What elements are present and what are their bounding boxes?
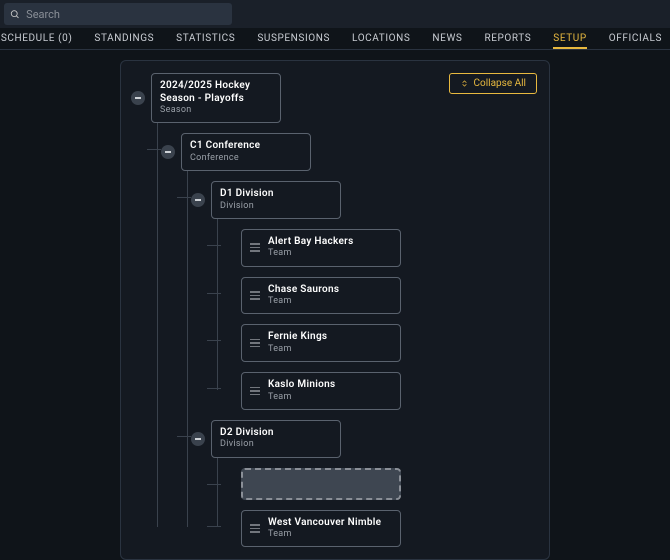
team-type: Team — [268, 392, 335, 403]
team-card[interactable]: Alert Bay Hackers Team — [241, 229, 401, 267]
division-type: Division — [220, 201, 274, 212]
team-card[interactable]: Kaslo Minions Team — [241, 372, 401, 410]
team-wrap: West Vancouver Nimble Team — [211, 510, 539, 548]
conference-children: D1 Division Division — [181, 171, 539, 547]
nav-locations[interactable]: LOCATIONS — [352, 33, 410, 44]
division-children: Alert Bay Hackers Team — [211, 219, 539, 410]
tree-panel: Collapse All 2024/2025 Hockey Season - P… — [120, 60, 550, 560]
drag-handle-icon[interactable] — [250, 291, 260, 300]
team-type: Team — [268, 529, 381, 540]
season-tree: 2024/2025 Hockey Season - Playoffs Seaso… — [131, 73, 539, 547]
team-card[interactable]: Fernie Kings Team — [241, 324, 401, 362]
division-wrap: D1 Division Division — [181, 181, 539, 410]
team-card[interactable]: Chase Saurons Team — [241, 277, 401, 315]
nav-bar: SCHEDULE (0) STANDINGS STATISTICS SUSPEN… — [0, 28, 670, 50]
nav-suspensions[interactable]: SUSPENSIONS — [257, 33, 330, 44]
conference-type: Conference — [190, 153, 260, 164]
team-card[interactable]: West Vancouver Nimble Team — [241, 510, 401, 548]
dropzone-wrap — [211, 468, 539, 500]
conference-card[interactable]: C1 Conference Conference — [181, 133, 311, 171]
drag-handle-icon[interactable] — [250, 387, 260, 396]
nav-schedule[interactable]: SCHEDULE (0) — [1, 33, 73, 44]
division-title: D1 Division — [220, 188, 274, 201]
team-title: Alert Bay Hackers — [268, 236, 354, 249]
conference-title: C1 Conference — [190, 140, 260, 153]
drag-handle-icon[interactable] — [250, 339, 260, 348]
team-wrap: Kaslo Minions Team — [211, 372, 539, 410]
team-wrap: Fernie Kings Team — [211, 324, 539, 362]
team-wrap: Chase Saurons Team — [211, 277, 539, 315]
team-title: Fernie Kings — [268, 331, 327, 344]
season-node: 2024/2025 Hockey Season - Playoffs Seaso… — [131, 73, 539, 123]
division-card[interactable]: D1 Division Division — [211, 181, 341, 219]
team-type: Team — [268, 344, 327, 355]
division-node: D2 Division Division — [191, 420, 539, 458]
season-title: 2024/2025 Hockey Season - Playoffs — [160, 80, 272, 105]
nav-reports[interactable]: REPORTS — [484, 33, 531, 44]
search-box[interactable] — [4, 3, 232, 25]
season-type: Season — [160, 105, 272, 116]
team-title: West Vancouver Nimble — [268, 517, 381, 530]
team-title: Chase Saurons — [268, 284, 339, 297]
season-card[interactable]: 2024/2025 Hockey Season - Playoffs Seaso… — [151, 73, 281, 123]
conference-node: C1 Conference Conference — [161, 133, 539, 171]
nav-setup[interactable]: SETUP — [553, 33, 586, 44]
team-drop-zone[interactable] — [241, 468, 401, 500]
division-children: West Vancouver Nimble Team — [211, 458, 539, 548]
nav-statistics[interactable]: STATISTICS — [176, 33, 235, 44]
conference-toggle[interactable] — [161, 145, 175, 159]
nav-standings[interactable]: STANDINGS — [94, 33, 154, 44]
top-bar — [0, 0, 670, 28]
season-toggle[interactable] — [131, 91, 145, 105]
conference-wrap: C1 Conference Conference — [151, 133, 539, 547]
division-wrap: D2 Division Division — [181, 420, 539, 548]
division-node: D1 Division Division — [191, 181, 539, 219]
team-title: Kaslo Minions — [268, 379, 335, 392]
drag-handle-icon[interactable] — [250, 243, 260, 252]
division-card[interactable]: D2 Division Division — [211, 420, 341, 458]
team-type: Team — [268, 248, 354, 259]
division-type: Division — [220, 439, 274, 450]
team-type: Team — [268, 296, 339, 307]
nav-news[interactable]: NEWS — [432, 33, 462, 44]
drag-handle-icon[interactable] — [250, 524, 260, 533]
content-area: Collapse All 2024/2025 Hockey Season - P… — [0, 50, 670, 560]
search-icon — [10, 9, 20, 20]
nav-officials[interactable]: OFFICIALS — [609, 33, 662, 44]
division-toggle[interactable] — [191, 193, 205, 207]
search-input[interactable] — [26, 8, 226, 21]
division-title: D2 Division — [220, 427, 274, 440]
team-wrap: Alert Bay Hackers Team — [211, 229, 539, 267]
division-toggle[interactable] — [191, 432, 205, 446]
season-children: C1 Conference Conference — [151, 123, 539, 547]
